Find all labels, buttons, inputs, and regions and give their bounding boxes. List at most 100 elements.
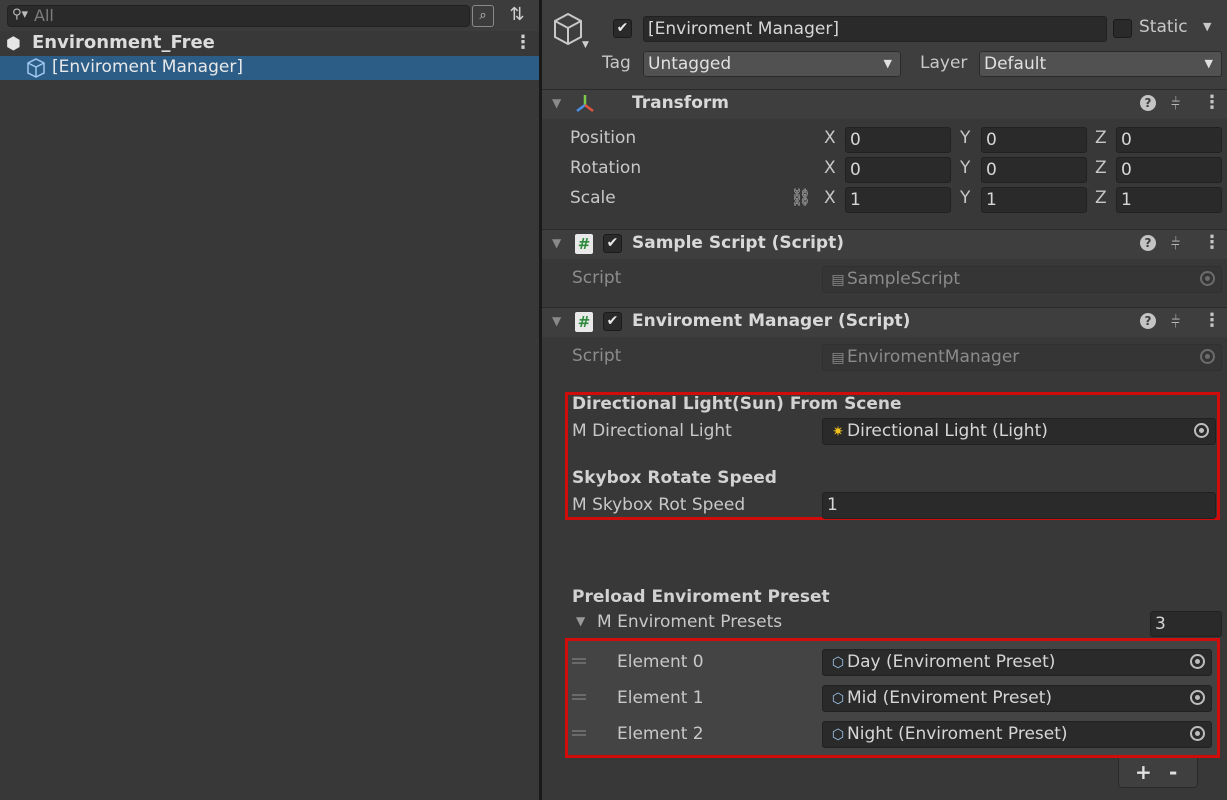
sort-icon[interactable]: ⇅ bbox=[505, 3, 529, 27]
hierarchy-item-selected[interactable]: [Enviroment Manager] bbox=[0, 56, 539, 80]
element-1-field[interactable]: ⬡ Mid (Enviroment Preset) bbox=[822, 685, 1212, 712]
object-picker-icon[interactable] bbox=[1190, 726, 1205, 741]
object-picker-icon[interactable] bbox=[1194, 423, 1209, 438]
component-menu-icon[interactable]: ⋮ bbox=[1203, 232, 1221, 253]
foldout-arrow-icon[interactable]: ▼ bbox=[552, 236, 561, 250]
gameobject-icon[interactable] bbox=[552, 12, 584, 51]
add-element-button[interactable]: + bbox=[1135, 760, 1152, 784]
transform-icon bbox=[574, 93, 596, 120]
static-label: Static bbox=[1139, 17, 1188, 37]
component-enabled-checkbox[interactable]: ✔ bbox=[603, 312, 622, 331]
unity-scene-icon: ⬢ bbox=[6, 34, 21, 54]
rotation-x-field[interactable]: 0 bbox=[845, 157, 951, 183]
foldout-arrow-icon[interactable]: ▼ bbox=[552, 96, 561, 110]
light-icon: ✷ bbox=[832, 424, 844, 440]
object-picker-icon bbox=[1200, 271, 1215, 286]
add-remove-bar: + - bbox=[1118, 758, 1198, 788]
element-0-field[interactable]: ⬡ Day (Enviroment Preset) bbox=[822, 649, 1212, 676]
component-enabled-checkbox[interactable]: ✔ bbox=[603, 234, 622, 253]
presets-size-field[interactable]: 3 bbox=[1150, 611, 1222, 637]
tag-label: Tag bbox=[602, 53, 631, 73]
rotation-z-field[interactable]: 0 bbox=[1116, 157, 1222, 183]
axis-x-label: X bbox=[824, 188, 836, 208]
help-icon[interactable]: ? bbox=[1140, 313, 1156, 329]
element-2-field[interactable]: ⬡ Night (Enviroment Preset) bbox=[822, 721, 1212, 748]
presets-icon[interactable]: ⫩ bbox=[1171, 234, 1180, 254]
tag-value: Untagged bbox=[648, 54, 732, 74]
hierarchy-item-label: [Enviroment Manager] bbox=[52, 57, 243, 77]
hierarchy-toolbar: ⚲▾ All ⌕ ⇅ bbox=[0, 0, 539, 31]
component-menu-icon[interactable]: ⋮ bbox=[1203, 92, 1221, 113]
position-y-field[interactable]: 0 bbox=[981, 127, 1087, 153]
inspector-panel: ▼ ✔ [Enviroment Manager] ✔ Static ▼ Tag … bbox=[542, 0, 1227, 800]
scale-x-field[interactable]: 1 bbox=[845, 187, 951, 213]
presets-icon[interactable]: ⫩ bbox=[1171, 312, 1180, 332]
help-icon[interactable]: ? bbox=[1140, 235, 1156, 251]
position-label: Position bbox=[570, 128, 637, 148]
static-checkbox[interactable]: ✔ bbox=[1113, 19, 1132, 38]
script-label: Script bbox=[572, 268, 622, 288]
static-dropdown-arrow[interactable]: ▼ bbox=[1203, 20, 1211, 33]
drag-handle-icon[interactable] bbox=[572, 730, 586, 736]
scene-row[interactable]: ⬢ Environment_Free ⋮ bbox=[0, 31, 539, 56]
foldout-arrow-icon[interactable]: ▼ bbox=[576, 614, 585, 628]
skybox-section-header: Skybox Rotate Speed bbox=[572, 468, 777, 488]
element-1-value: Mid (Enviroment Preset) bbox=[847, 688, 1053, 708]
scale-z-field[interactable]: 1 bbox=[1116, 187, 1222, 213]
presets-icon[interactable]: ⫩ bbox=[1171, 94, 1180, 114]
gameobject-cube-icon bbox=[26, 58, 46, 83]
component-menu-icon[interactable]: ⋮ bbox=[1203, 310, 1221, 331]
object-name-field[interactable]: [Enviroment Manager] bbox=[643, 16, 1107, 42]
directional-light-value: Directional Light (Light) bbox=[847, 421, 1048, 441]
sample-script-header[interactable]: ▼ # ✔ Sample Script (Script) ? ⫩ ⋮ bbox=[542, 229, 1227, 259]
sun-section-header: Directional Light(Sun) From Scene bbox=[572, 394, 902, 414]
preset-asset-icon: ⬡ bbox=[831, 727, 845, 743]
skybox-speed-field[interactable]: 1 bbox=[822, 492, 1216, 519]
transform-header[interactable]: ▼ Transform ? ⫩ ⋮ bbox=[542, 89, 1227, 119]
object-picker-icon[interactable] bbox=[1190, 690, 1205, 705]
element-0-value: Day (Enviroment Preset) bbox=[847, 652, 1056, 672]
scene-name: Environment_Free bbox=[32, 32, 215, 53]
layer-label: Layer bbox=[920, 53, 968, 73]
script-file-icon: ▤ bbox=[831, 272, 845, 288]
remove-element-button[interactable]: - bbox=[1169, 760, 1177, 784]
scene-menu-icon[interactable]: ⋮ bbox=[514, 32, 532, 53]
search-icon: ⚲▾ bbox=[12, 7, 29, 22]
layer-value: Default bbox=[984, 54, 1047, 74]
element-2-value: Night (Enviroment Preset) bbox=[847, 724, 1068, 744]
axis-z-label: Z bbox=[1095, 128, 1107, 148]
position-x-field[interactable]: 0 bbox=[845, 127, 951, 153]
axis-x-label: X bbox=[824, 158, 836, 178]
tag-dropdown[interactable]: Untagged ▼ bbox=[643, 51, 901, 77]
foldout-arrow-icon[interactable]: ▼ bbox=[552, 314, 561, 328]
scale-y-field[interactable]: 1 bbox=[981, 187, 1087, 213]
env-manager-script-value: EnviromentManager bbox=[847, 347, 1020, 367]
gameobject-header: ▼ ✔ [Enviroment Manager] ✔ Static ▼ Tag … bbox=[542, 0, 1227, 90]
directional-light-field[interactable]: ✷ Directional Light (Light) bbox=[822, 418, 1216, 445]
help-icon[interactable]: ? bbox=[1140, 95, 1156, 111]
layer-dropdown[interactable]: Default ▼ bbox=[979, 51, 1222, 77]
position-z-field[interactable]: 0 bbox=[1116, 127, 1222, 153]
env-manager-header[interactable]: ▼ # ✔ Enviroment Manager (Script) ? ⫩ ⋮ bbox=[542, 307, 1227, 337]
active-checkbox[interactable]: ✔ bbox=[613, 19, 632, 38]
search-by-type-button[interactable]: ⌕ bbox=[472, 5, 494, 27]
preset-asset-icon: ⬡ bbox=[831, 691, 845, 707]
object-picker-icon[interactable] bbox=[1190, 654, 1205, 669]
env-manager-script-field: ▤ EnviromentManager bbox=[822, 344, 1222, 371]
rotation-y-field[interactable]: 0 bbox=[981, 157, 1087, 183]
chevron-down-icon: ▼ bbox=[883, 57, 892, 70]
link-scale-icon[interactable]: ⛓ bbox=[790, 188, 812, 208]
icon-dropdown-arrow[interactable]: ▼ bbox=[582, 40, 589, 50]
preset-asset-icon: ⬡ bbox=[831, 655, 845, 671]
hierarchy-search-input[interactable]: ⚲▾ All bbox=[7, 5, 470, 27]
script-label: Script bbox=[572, 346, 622, 366]
drag-handle-icon[interactable] bbox=[572, 658, 586, 664]
element-2-label: Element 2 bbox=[617, 724, 704, 744]
axis-y-label: Y bbox=[960, 128, 971, 148]
sample-script-title: Sample Script (Script) bbox=[632, 233, 844, 253]
drag-handle-icon[interactable] bbox=[572, 694, 586, 700]
hierarchy-panel: ⚲▾ All ⌕ ⇅ ⬢ Environment_Free ⋮ [Envirom… bbox=[0, 0, 539, 800]
transform-title: Transform bbox=[632, 93, 729, 113]
element-0-label: Element 0 bbox=[617, 652, 704, 672]
rotation-label: Rotation bbox=[570, 158, 642, 178]
